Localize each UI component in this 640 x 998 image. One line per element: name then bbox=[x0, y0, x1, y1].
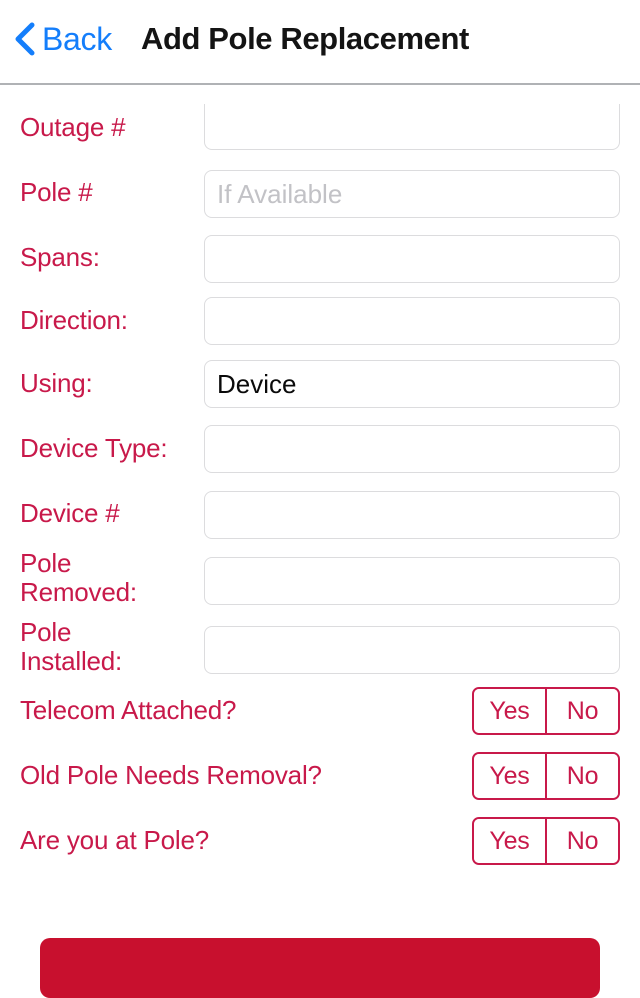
navigation-bar: Back Add Pole Replacement bbox=[0, 0, 640, 85]
form-row-telecom-attached: Telecom Attached? Yes No bbox=[0, 673, 640, 738]
field-label-old-pole-needs-removal: Old Pole Needs Removal? bbox=[20, 760, 322, 790]
field-label-using: Using: bbox=[20, 368, 93, 398]
page-title: Add Pole Replacement bbox=[141, 21, 469, 56]
segment-old-pole-needs-removal-no[interactable]: No bbox=[545, 754, 618, 798]
input-pole-number[interactable]: If Available bbox=[204, 170, 620, 218]
form-row-pole-installed: Pole Installed: bbox=[0, 604, 640, 676]
pole-replacement-form: Outage # Pole # If Available Spans: Dire… bbox=[0, 85, 640, 960]
segment-are-you-at-pole-yes[interactable]: Yes bbox=[474, 819, 545, 863]
form-row-using: Using: Device bbox=[0, 340, 640, 408]
input-direction[interactable] bbox=[204, 297, 620, 345]
input-spans[interactable] bbox=[204, 235, 620, 283]
field-label-telecom-attached: Telecom Attached? bbox=[20, 695, 237, 725]
segmented-control-telecom-attached[interactable]: Yes No bbox=[472, 687, 620, 735]
field-label-pole-number: Pole # bbox=[20, 177, 93, 207]
form-row-old-pole-needs-removal: Old Pole Needs Removal? Yes No bbox=[0, 738, 640, 803]
submit-button[interactable] bbox=[40, 938, 600, 998]
segmented-control-are-you-at-pole[interactable]: Yes No bbox=[472, 817, 620, 865]
input-device-type[interactable] bbox=[204, 425, 620, 473]
input-device-number[interactable] bbox=[204, 491, 620, 539]
form-row-pole-removed: Pole Removed: bbox=[0, 536, 640, 607]
field-label-pole-removed: Pole Removed: bbox=[20, 548, 137, 607]
segment-telecom-attached-no[interactable]: No bbox=[545, 689, 618, 733]
field-label-device-type: Device Type: bbox=[20, 433, 168, 463]
back-button[interactable]: Back bbox=[14, 22, 112, 56]
segment-old-pole-needs-removal-yes[interactable]: Yes bbox=[474, 754, 545, 798]
field-label-outage-number: Outage # bbox=[20, 112, 126, 142]
form-row-device-number: Device # bbox=[0, 470, 640, 539]
input-pole-removed[interactable] bbox=[204, 557, 620, 605]
form-row-outage-number: Outage # bbox=[0, 85, 640, 150]
input-outage-number[interactable] bbox=[204, 104, 620, 150]
input-placeholder-pole-number: If Available bbox=[217, 179, 343, 209]
field-label-device-number: Device # bbox=[20, 498, 120, 528]
form-row-are-you-at-pole: Are you at Pole? Yes No bbox=[0, 803, 640, 868]
form-row-spans: Spans: bbox=[0, 215, 640, 283]
chevron-left-icon bbox=[14, 22, 36, 56]
input-value-using: Device bbox=[217, 369, 297, 399]
form-row-pole-number: Pole # If Available bbox=[0, 150, 640, 218]
field-label-pole-installed: Pole Installed: bbox=[20, 617, 123, 676]
back-label: Back bbox=[42, 21, 112, 57]
segment-are-you-at-pole-no[interactable]: No bbox=[545, 819, 618, 863]
field-label-are-you-at-pole: Are you at Pole? bbox=[20, 825, 210, 855]
form-row-device-type: Device Type: bbox=[0, 405, 640, 473]
form-row-direction: Direction: bbox=[0, 278, 640, 345]
input-pole-installed[interactable] bbox=[204, 626, 620, 674]
segmented-control-old-pole-needs-removal[interactable]: Yes No bbox=[472, 752, 620, 800]
field-label-direction: Direction: bbox=[20, 305, 128, 335]
input-using[interactable]: Device bbox=[204, 360, 620, 408]
segment-telecom-attached-yes[interactable]: Yes bbox=[474, 689, 545, 733]
field-label-spans: Spans: bbox=[20, 242, 100, 272]
